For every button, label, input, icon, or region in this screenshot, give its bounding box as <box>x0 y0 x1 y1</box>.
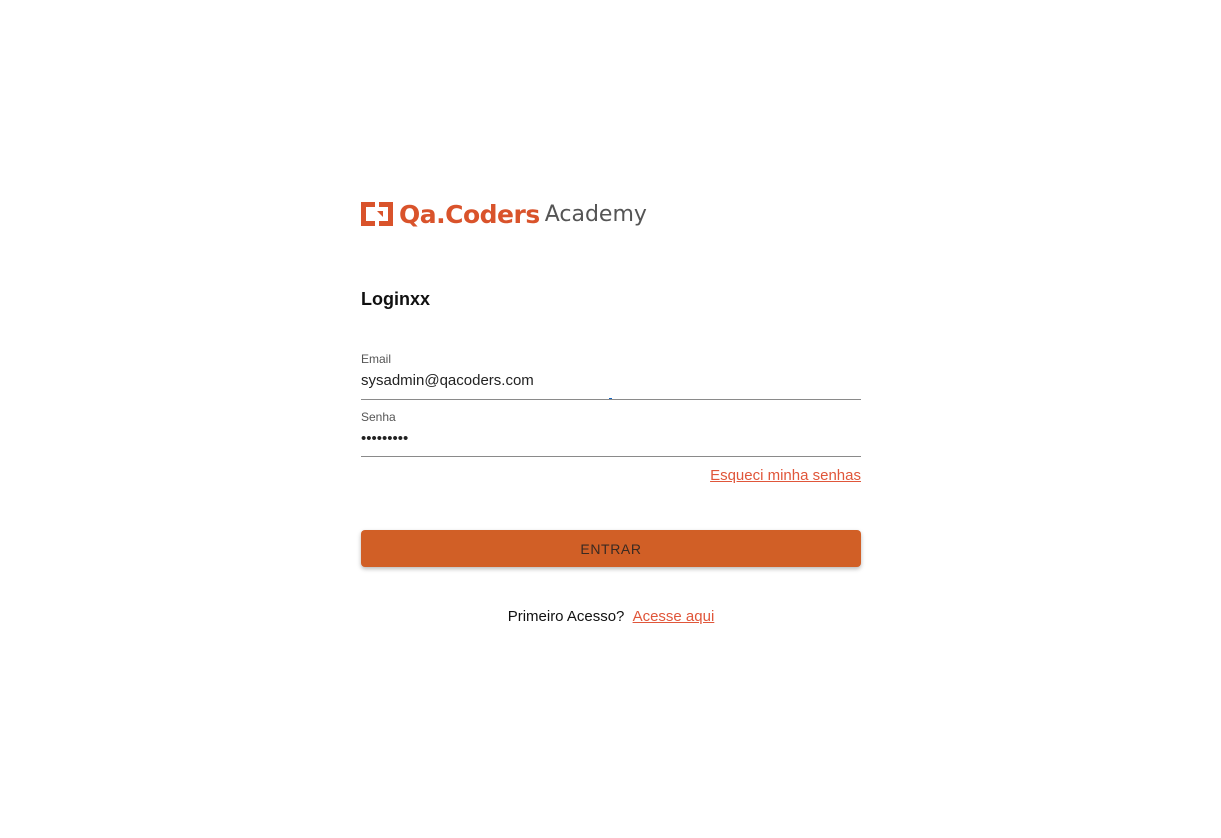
page-title: Loginxx <box>361 289 431 309</box>
forgot-password-row: Esqueci minha senhas <box>361 467 861 487</box>
first-access-text: Primeiro Acesso? <box>507 608 625 625</box>
brand-logo: Qa.Coders Academy <box>361 198 861 230</box>
password-underline <box>361 456 861 457</box>
brand-suffix: Academy <box>544 201 647 227</box>
first-access-link[interactable]: Acesse aqui <box>633 608 715 625</box>
password-field: Senha <box>361 410 861 457</box>
password-input[interactable] <box>361 428 861 448</box>
email-field: Email <box>361 352 861 400</box>
first-access-row: Primeiro Acesso? Acesse aqui <box>361 608 861 625</box>
forgot-password-link[interactable]: Esqueci minha senhas <box>710 467 861 484</box>
email-focus-indicator <box>609 398 612 399</box>
email-underline <box>361 399 861 400</box>
login-button[interactable]: ENTRAR <box>361 530 861 567</box>
brand-name: Qa.Coders <box>399 199 540 229</box>
email-label: Email <box>361 352 392 366</box>
login-card: Qa.Coders Academy Loginxx Email Senha Es… <box>361 198 861 625</box>
qa-coders-logo-icon <box>361 202 393 226</box>
email-input[interactable] <box>361 370 861 390</box>
password-label: Senha <box>361 410 396 424</box>
login-page: Qa.Coders Academy Loginxx Email Senha Es… <box>0 0 1221 838</box>
